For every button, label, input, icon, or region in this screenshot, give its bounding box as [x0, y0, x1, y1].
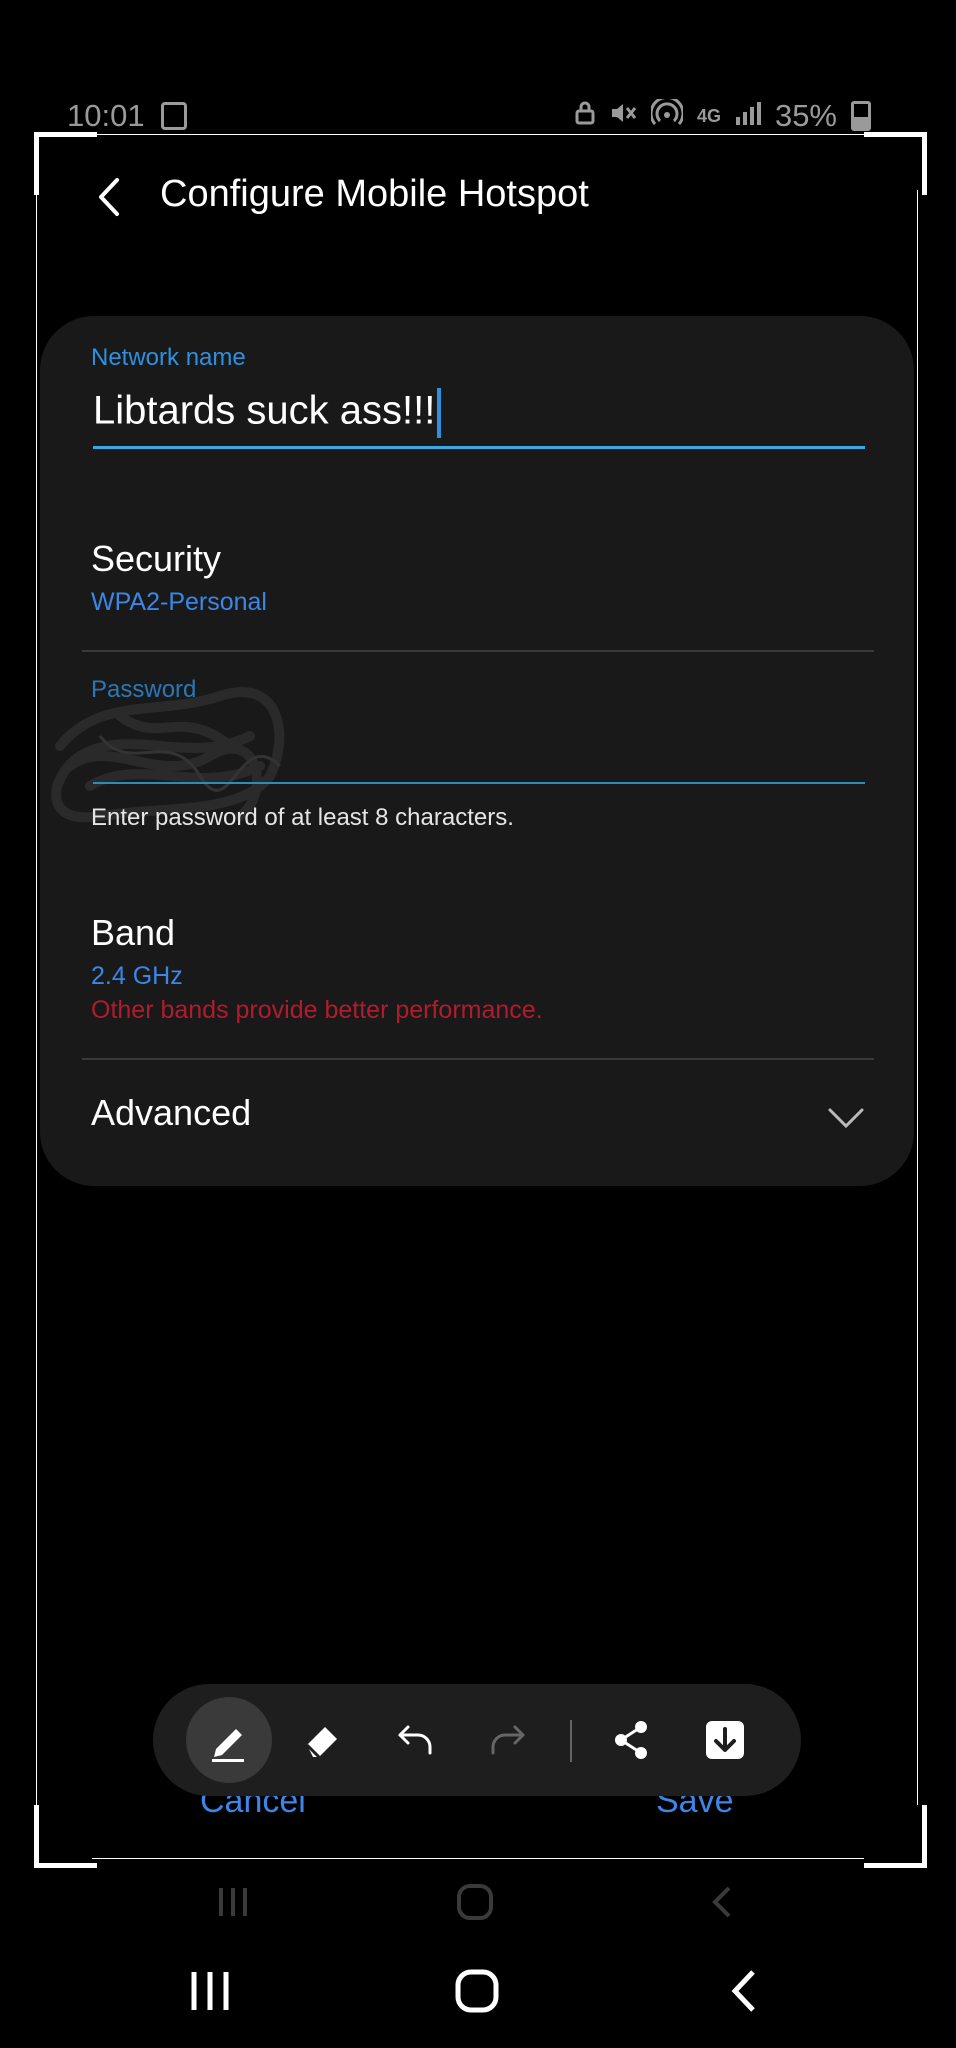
- crop-frame-right: [917, 190, 918, 1805]
- pen-tool-button[interactable]: [186, 1697, 272, 1783]
- security-title[interactable]: Security: [91, 538, 221, 580]
- back-button[interactable]: [87, 172, 137, 222]
- home-icon: [457, 1884, 493, 1920]
- network-name-underline: [93, 446, 865, 449]
- password-hint: Enter password of at least 8 characters.: [91, 804, 514, 831]
- undo-icon: [398, 1725, 432, 1755]
- status-time: 10:01: [67, 98, 145, 133]
- download-button[interactable]: [682, 1697, 768, 1783]
- sim-card-icon: [161, 102, 187, 130]
- toolbar-separator: [570, 1720, 572, 1762]
- band-warning: Other bands provide better performance.: [91, 996, 543, 1024]
- pen-icon: [212, 1729, 244, 1762]
- hotspot-icon: [649, 95, 685, 134]
- back-nav-icon: [712, 1886, 731, 1918]
- network-name-input[interactable]: Libtards suck ass!!!: [93, 388, 863, 438]
- app-header: Configure Mobile Hotspot: [37, 148, 917, 248]
- band-value: 2.4 GHz: [91, 962, 183, 990]
- redo-icon: [491, 1725, 525, 1755]
- network-name-label: Network name: [91, 344, 246, 371]
- mute-icon: [609, 100, 637, 133]
- undo-button[interactable]: [372, 1697, 458, 1783]
- download-icon: [706, 1721, 744, 1759]
- crop-handle-bottom-left[interactable]: [34, 1805, 97, 1868]
- eraser-icon: [305, 1727, 337, 1759]
- recent-apps-icon: [219, 1888, 247, 1916]
- chevron-left-icon: [99, 178, 119, 216]
- share-icon: [615, 1721, 647, 1759]
- hotspot-settings-card: Network name Libtards suck ass!!! Securi…: [40, 316, 914, 1186]
- eraser-tool-button[interactable]: [279, 1697, 365, 1783]
- battery-icon: [851, 101, 871, 131]
- status-bar: 10:01 4G 35%: [37, 84, 917, 148]
- system-nav-bar: [0, 1938, 956, 2048]
- text-caret: [437, 388, 442, 438]
- divider: [82, 1058, 874, 1060]
- lock-icon: [575, 101, 595, 132]
- band-title[interactable]: Band: [91, 912, 175, 954]
- crop-handle-bottom-right[interactable]: [864, 1805, 927, 1868]
- security-value: WPA2-Personal: [91, 588, 267, 616]
- chevron-down-icon[interactable]: [826, 1106, 866, 1130]
- screenshot-edit-toolbar: [153, 1684, 801, 1796]
- back-nav-icon[interactable]: [725, 1968, 765, 2014]
- password-input[interactable]: [93, 782, 865, 784]
- recent-apps-icon[interactable]: [188, 1968, 232, 2014]
- advanced-title[interactable]: Advanced: [91, 1092, 251, 1134]
- crop-frame-bottom: [92, 1858, 864, 1859]
- divider: [82, 650, 874, 652]
- crop-frame-top: [92, 134, 864, 135]
- battery-percent: 35%: [774, 98, 837, 133]
- redo-button[interactable]: [465, 1697, 551, 1783]
- crop-frame-left: [36, 190, 37, 1805]
- home-icon[interactable]: [454, 1968, 500, 2014]
- screenshot-nav-bar: [37, 1860, 917, 1938]
- network-name-value: Libtards suck ass!!!: [93, 388, 436, 433]
- share-button[interactable]: [589, 1697, 675, 1783]
- network-type-label: 4G: [696, 105, 721, 126]
- page-title: Configure Mobile Hotspot: [160, 173, 589, 215]
- signal-icon: [735, 101, 761, 132]
- status-icons: 4G 35%: [575, 95, 871, 134]
